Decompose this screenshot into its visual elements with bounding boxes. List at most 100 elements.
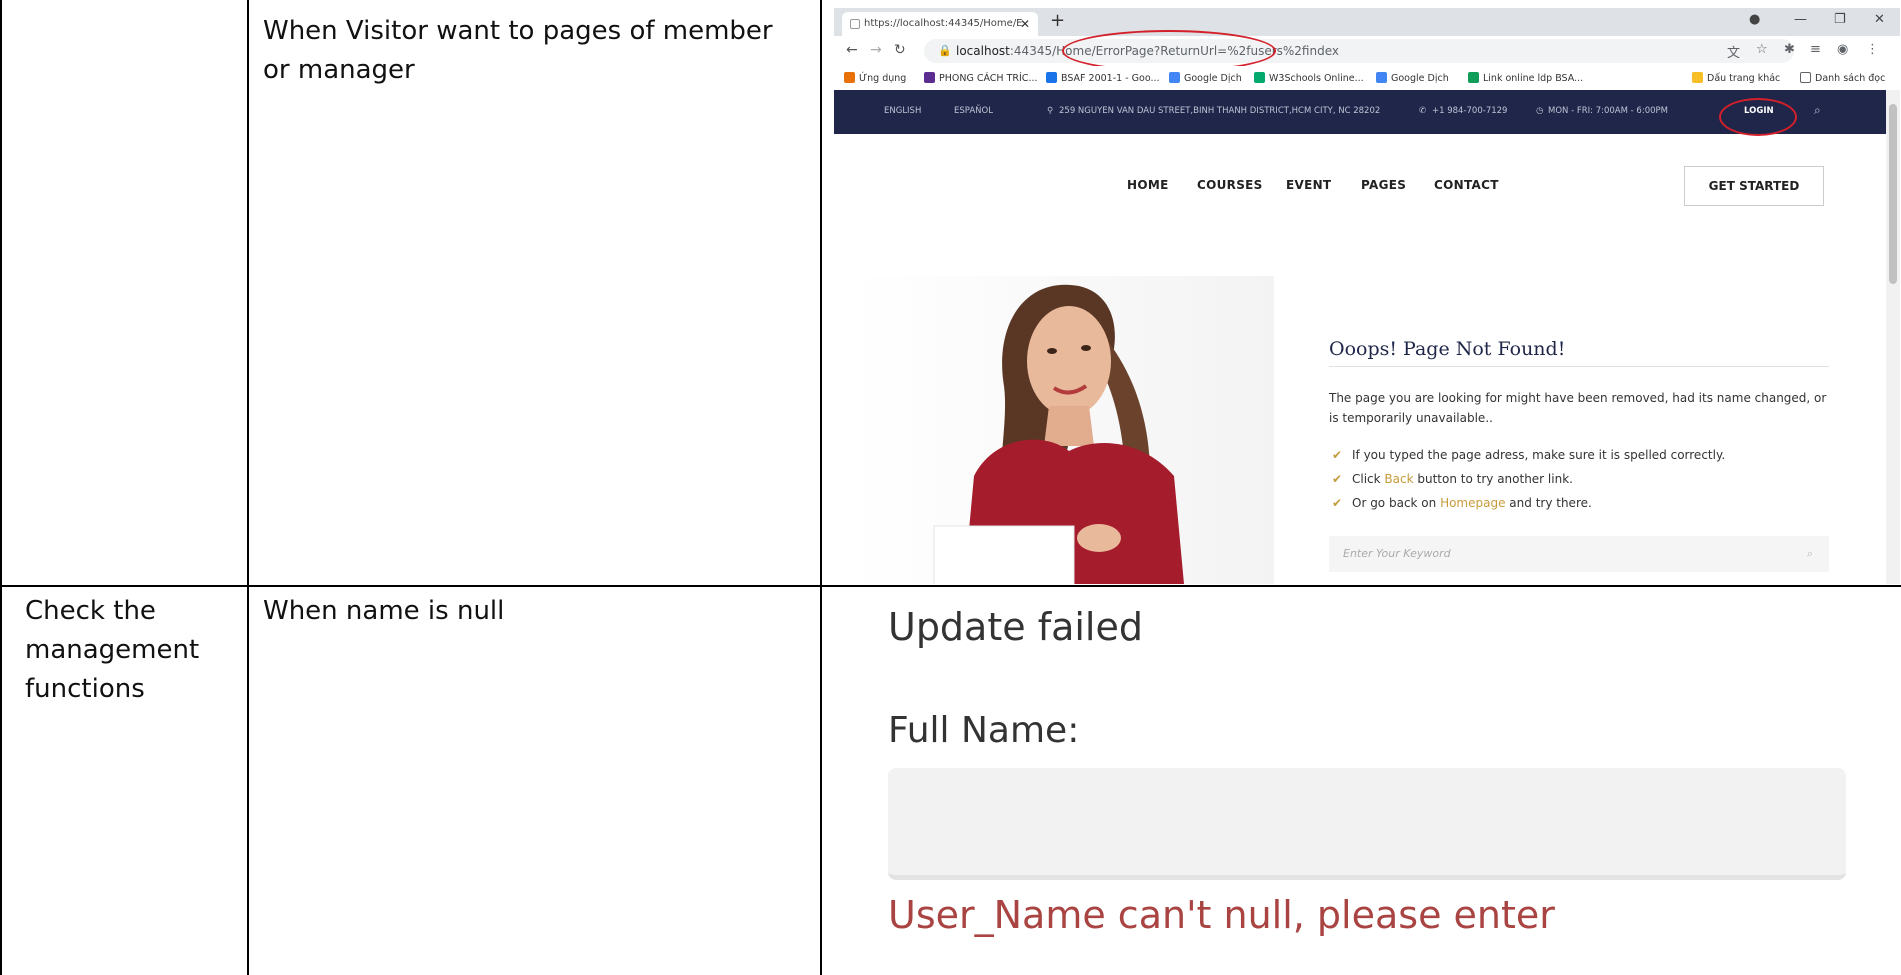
tip-item: ✔ If you typed the page adress, make sure… (1332, 448, 1726, 462)
account-icon[interactable]: ◉ (1837, 42, 1848, 57)
check-icon: ✔ (1332, 496, 1343, 510)
reload-icon[interactable]: ↻ (894, 42, 906, 58)
tip-item: ✔ Click Back button to try another link. (1332, 472, 1573, 486)
table-divider-1 (247, 0, 249, 975)
folder-icon (1692, 72, 1703, 83)
extensions-icon[interactable]: ✱ (1784, 42, 1795, 57)
bookmark-label: BSAF 2001-1 - Goo... (1061, 73, 1160, 84)
tip-text: Click (1352, 472, 1385, 486)
clock-icon: ◷ (1536, 106, 1544, 116)
bookmark-item[interactable]: Google Dịch (1169, 72, 1242, 84)
test-case-document: When Visitor want to pages of member or … (0, 0, 1901, 975)
table-row-divider (0, 585, 1901, 587)
site-hours: MON - FRI: 7:00AM - 6:00PM (1548, 106, 1668, 116)
w3schools-icon (1254, 72, 1265, 83)
lang-espanol[interactable]: ESPAÑOL (954, 106, 993, 116)
close-tab-icon[interactable]: ✕ (1020, 12, 1030, 36)
check-icon: ✔ (1332, 472, 1343, 486)
tab-bar: https://localhost:44345/Home/E ✕ + ● — ❐… (834, 8, 1900, 36)
error-title: Ooops! Page Not Found! (1329, 338, 1566, 360)
bookmark-label: Ứng dụng (859, 73, 907, 84)
bookmark-label: Google Dịch (1184, 73, 1242, 84)
error-description: The page you are looking for might have … (1329, 391, 1827, 425)
scrollbar-thumb[interactable] (1889, 104, 1897, 284)
bookmark-item[interactable]: PHONG CÁCH TRÍC... (924, 72, 1038, 84)
search-icon[interactable]: ⌕ (1807, 536, 1813, 572)
url-field[interactable]: 🔒 localhost:44345/Home/ErrorPage?ReturnU… (924, 39, 1794, 63)
bookmark-label: PHONG CÁCH TRÍC... (939, 73, 1038, 84)
reading-list-icon (1800, 72, 1811, 83)
bookmark-label: Link online ldp BSA... (1483, 73, 1584, 84)
new-tab-icon[interactable]: + (1050, 10, 1065, 31)
site-phone: +1 984-700-7129 (1432, 106, 1508, 116)
full-name-input[interactable] (888, 768, 1846, 880)
apps-icon (844, 72, 855, 83)
minimize-icon[interactable]: — (1794, 12, 1807, 27)
map-pin-icon: ⚲ (1047, 106, 1054, 116)
translate-favicon (1169, 72, 1180, 83)
full-name-label: Full Name: (888, 710, 1080, 751)
bookmark-star-icon[interactable]: ☆ (1756, 42, 1768, 57)
tip-item: ✔ Or go back on Homepage and try there. (1332, 496, 1592, 510)
bookmarks-bar: Ứng dụng PHONG CÁCH TRÍC... BSAF 2001-1 … (834, 66, 1900, 91)
bookmark-label: W3Schools Online... (1269, 73, 1364, 84)
lang-english[interactable]: ENGLISH (884, 106, 921, 116)
restore-icon[interactable]: ❐ (1834, 12, 1846, 27)
tip-text: If you typed the page adress, make sure … (1352, 448, 1726, 462)
bookmark-label: Danh sách đọc (1815, 73, 1886, 84)
tip-text: button to try another link. (1413, 472, 1573, 486)
menu-kebab-icon[interactable]: ⋮ (1866, 42, 1879, 57)
forward-icon[interactable]: → (870, 42, 882, 58)
reading-list-icon[interactable]: ≡ (1810, 42, 1821, 57)
tip-text: Or go back on (1352, 496, 1441, 510)
check-icon: ✔ (1332, 448, 1343, 462)
search-icon[interactable]: ⌕ (1814, 103, 1821, 118)
bookmark-item[interactable]: Google Dịch (1376, 72, 1449, 84)
url-host: localhost (956, 44, 1010, 58)
page-scrollbar[interactable] (1886, 90, 1900, 584)
close-window-icon[interactable]: ✕ (1874, 12, 1885, 27)
homepage-link[interactable]: Homepage (1440, 496, 1505, 510)
menu-contact[interactable]: CONTACT (1434, 178, 1499, 192)
bookmark-favicon (924, 72, 935, 83)
bookmark-item[interactable]: W3Schools Online... (1254, 72, 1364, 84)
tab-title: https://localhost:44345/Home/E (864, 18, 1023, 29)
bookmark-other[interactable]: Dấu trang khác (1692, 72, 1780, 84)
back-link[interactable]: Back (1384, 472, 1413, 486)
bookmark-reading-list[interactable]: Danh sách đọc (1800, 72, 1885, 84)
phone-icon: ✆ (1419, 106, 1427, 116)
profile-icon[interactable]: ● (1749, 12, 1760, 27)
bookmark-label: Dấu trang khác (1707, 73, 1781, 84)
menu-pages[interactable]: PAGES (1361, 178, 1406, 192)
bookmark-item[interactable]: Link online ldp BSA... (1468, 72, 1583, 84)
sheets-icon (1468, 72, 1479, 83)
drive-icon (1046, 72, 1057, 83)
table-border-left (0, 0, 2, 975)
menu-event[interactable]: EVENT (1286, 178, 1331, 192)
address-bar-row: ← → ↻ 🔒 localhost:44345/Home/ErrorPage?R… (834, 36, 1900, 66)
keyword-search-input[interactable]: Enter Your Keyword ⌕ (1329, 536, 1829, 572)
translate-icon[interactable]: 文 (1727, 42, 1740, 61)
bookmark-item[interactable]: BSAF 2001-1 - Goo... (1046, 72, 1160, 84)
row2-condition: When name is null (263, 596, 505, 626)
table-divider-2 (820, 0, 822, 975)
bookmark-label: Google Dịch (1391, 73, 1449, 84)
lock-icon: 🔒 (938, 44, 952, 57)
login-annotation-oval (1719, 98, 1797, 136)
page-favicon (850, 19, 860, 29)
divider (1329, 366, 1829, 367)
back-icon[interactable]: ← (846, 42, 858, 58)
validation-error: User_Name can't null, please enter (888, 893, 1555, 937)
search-placeholder: Enter Your Keyword (1343, 547, 1451, 560)
site-address: 259 NGUYEN VAN DAU STREET,BINH THANH DIS… (1059, 106, 1381, 116)
menu-courses[interactable]: COURSES (1197, 178, 1263, 192)
menu-home[interactable]: HOME (1127, 178, 1169, 192)
browser-screenshot: https://localhost:44345/Home/E ✕ + ● — ❐… (834, 8, 1900, 584)
get-started-button[interactable]: GET STARTED (1684, 166, 1824, 206)
hero-woman-image (854, 276, 1274, 584)
bookmark-apps[interactable]: Ứng dụng (844, 72, 906, 84)
row2-function: Check the management functions (25, 596, 200, 704)
tip-text: and try there. (1505, 496, 1592, 510)
browser-tab[interactable]: https://localhost:44345/Home/E ✕ (842, 12, 1038, 36)
update-failed-title: Update failed (888, 605, 1143, 649)
